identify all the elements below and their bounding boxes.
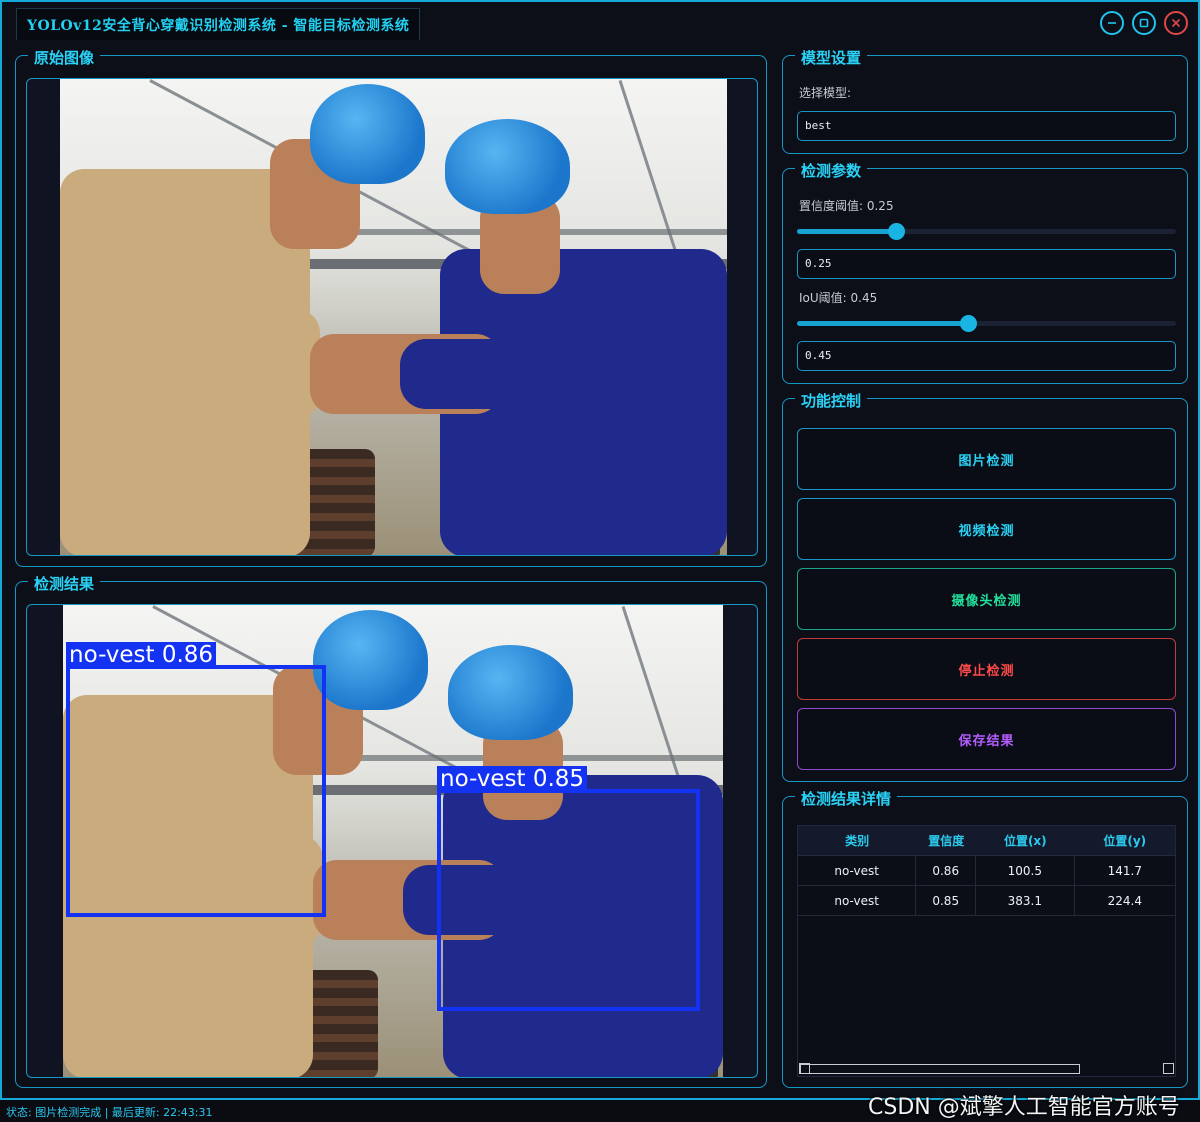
confidence-input[interactable]: 0.25 [797, 249, 1176, 279]
save-result-label: 保存结果 [958, 733, 1015, 749]
model-settings-group: 模型设置 选择模型: best [782, 47, 1188, 154]
status-text: 状态: 图片检测完成 | 最后更新: 22:43:31 [6, 1106, 213, 1119]
detection-box-1 [66, 665, 326, 917]
detection-details-group: 检测结果详情 类别 置信度 位置(x) 位置(y) no-vest 0.86 1… [782, 788, 1188, 1088]
detection-box-2 [437, 789, 700, 1011]
cell-class: no-vest [798, 856, 917, 885]
original-image-group: 原始图像 [15, 47, 767, 567]
cell-confidence: 0.86 [916, 856, 977, 885]
close-button[interactable] [1164, 11, 1188, 35]
cell-class: no-vest [798, 886, 917, 915]
title-tab: YOLOv12安全背心穿戴识别检测系统 - 智能目标检测系统 [16, 8, 421, 40]
result-image-frame: no-vest 0.86 no-vest 0.85 [26, 604, 758, 1078]
original-image-frame [26, 78, 758, 556]
model-settings-title: 模型设置 [795, 47, 868, 68]
camera-detect-button[interactable]: 摄像头检测 [797, 568, 1176, 630]
horizontal-scrollbar[interactable] [798, 1062, 1175, 1076]
stop-detect-label: 停止检测 [958, 663, 1015, 679]
select-model-label: 选择模型: [799, 86, 852, 100]
cell-x: 100.5 [976, 856, 1075, 885]
cell-x: 383.1 [976, 886, 1075, 915]
scroll-left-icon[interactable] [799, 1063, 810, 1074]
function-control-group: 功能控制 图片检测 视频检测 摄像头检测 停止检测 保存结果 [782, 390, 1188, 782]
iou-input[interactable]: 0.45 [797, 341, 1176, 371]
column-header-y[interactable]: 位置(y) [1075, 826, 1175, 855]
function-control-title: 功能控制 [795, 390, 868, 411]
result-image: no-vest 0.86 no-vest 0.85 [63, 605, 723, 1077]
maximize-button[interactable] [1132, 11, 1156, 35]
cell-y: 141.7 [1107, 863, 1142, 878]
minimize-button[interactable] [1100, 11, 1124, 35]
original-image-title: 原始图像 [28, 47, 101, 68]
stop-detect-button[interactable]: 停止检测 [797, 638, 1176, 700]
cell-confidence: 0.85 [916, 886, 977, 915]
iou-slider[interactable] [797, 315, 1176, 332]
video-detect-button[interactable]: 视频检测 [797, 498, 1176, 560]
detection-params-title: 检测参数 [795, 160, 868, 181]
iou-slider-fill [797, 321, 968, 326]
original-image [60, 79, 727, 555]
scrollbar-thumb[interactable] [800, 1064, 1080, 1074]
window-controls [1100, 11, 1188, 35]
detection-label-2: no-vest 0.85 [437, 766, 588, 792]
title-bar[interactable]: YOLOv12安全背心穿戴识别检测系统 - 智能目标检测系统 [2, 2, 1198, 42]
model-select[interactable]: best [797, 111, 1176, 141]
close-icon [1171, 18, 1181, 28]
result-image-group: 检测结果 no-vest 0.86 no-vest 0.85 [15, 573, 767, 1088]
detection-details-table: 类别 置信度 位置(x) 位置(y) no-vest 0.86 100.5 14… [797, 825, 1176, 1077]
image-detect-label: 图片检测 [958, 453, 1015, 469]
cell-y: 224.4 [1107, 893, 1142, 908]
column-header-class[interactable]: 类别 [798, 826, 916, 855]
watermark: CSDN @斌擎人工智能官方账号 [868, 1095, 1180, 1120]
table-row[interactable]: no-vest 0.85 383.1 224.4 [798, 886, 1175, 916]
iou-slider-handle[interactable] [960, 315, 977, 332]
table-row[interactable]: no-vest 0.86 100.5 141.7 [798, 856, 1175, 886]
minimize-icon [1108, 22, 1116, 24]
app-title: YOLOv12安全背心穿戴识别检测系统 - 智能目标检测系统 [27, 17, 410, 34]
column-header-x[interactable]: 位置(x) [976, 826, 1074, 855]
confidence-label: 置信度阈值: 0.25 [799, 199, 894, 213]
image-detect-button[interactable]: 图片检测 [797, 428, 1176, 490]
maximize-icon [1139, 18, 1149, 28]
iou-label: IoU阈值: 0.45 [799, 291, 878, 305]
result-image-title: 检测结果 [28, 573, 101, 594]
confidence-slider-fill [797, 229, 896, 234]
confidence-slider[interactable] [797, 223, 1176, 240]
detection-params-group: 检测参数 置信度阈值: 0.25 0.25 IoU阈值: 0.45 0.45 [782, 160, 1188, 384]
scroll-right-icon[interactable] [1163, 1063, 1174, 1074]
confidence-slider-handle[interactable] [888, 223, 905, 240]
app-window: YOLOv12安全背心穿戴识别检测系统 - 智能目标检测系统 原始图像 检测结果… [0, 0, 1200, 1100]
detection-label-1: no-vest 0.86 [66, 642, 217, 668]
detection-details-title: 检测结果详情 [795, 788, 898, 809]
table-header: 类别 置信度 位置(x) 位置(y) [798, 826, 1175, 856]
column-header-confidence[interactable]: 置信度 [916, 826, 976, 855]
camera-detect-label: 摄像头检测 [951, 593, 1022, 609]
video-detect-label: 视频检测 [958, 523, 1015, 539]
save-result-button[interactable]: 保存结果 [797, 708, 1176, 770]
